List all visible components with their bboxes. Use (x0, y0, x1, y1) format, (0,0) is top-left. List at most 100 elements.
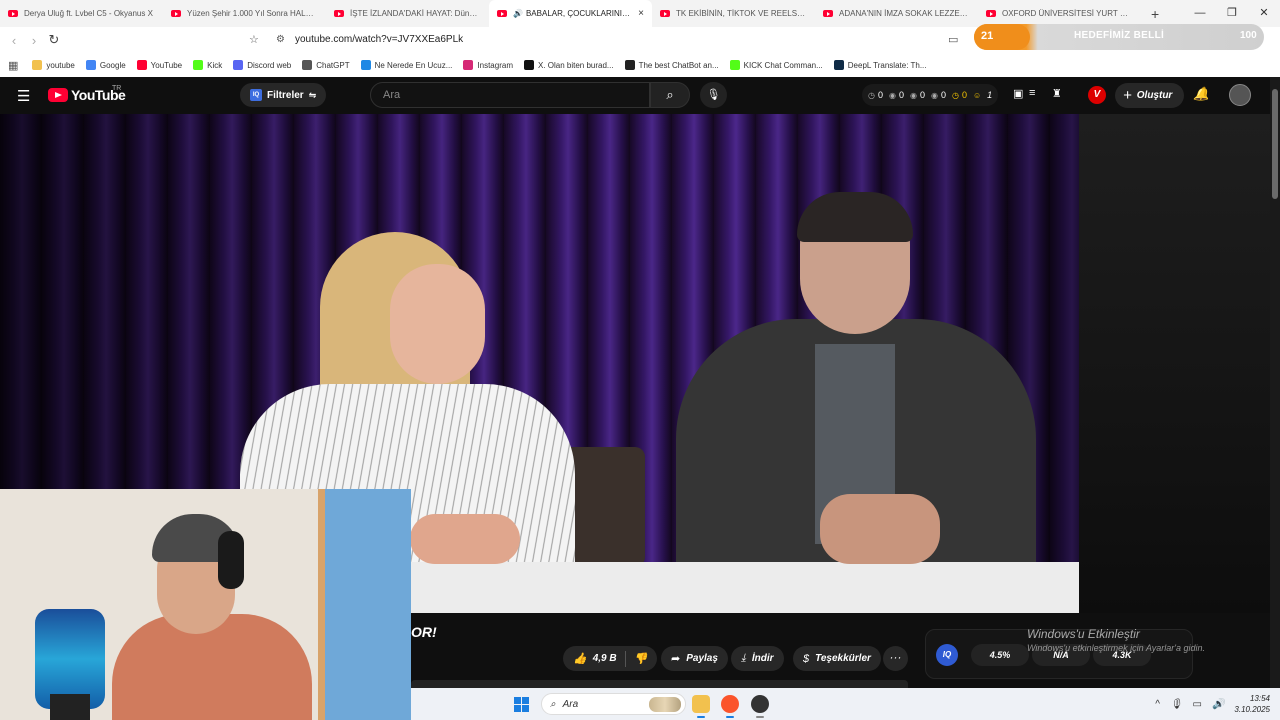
windows-activation-subtitle: Windows'u etkinleştirmek için Ayarlar'a … (1027, 643, 1206, 653)
search-icon: ⌕ (666, 87, 674, 102)
bookmark-item[interactable]: X. Olan biten burad... (523, 60, 614, 70)
browser-tab[interactable]: Derya Uluğ ft. Lvbel C5 - Okyanus X (0, 0, 163, 27)
mic-icon: 🎙 (706, 89, 721, 101)
search-input[interactable]: Ara (370, 82, 650, 108)
kick-icon (729, 60, 740, 70)
thanks-button[interactable]: $ Teşekkürler (793, 646, 881, 671)
chevron-up-icon[interactable]: ^ (1155, 699, 1160, 710)
brave-browser-icon[interactable] (721, 695, 739, 713)
page-scrollbar[interactable] (1270, 77, 1280, 688)
clock[interactable]: 13:54 3.10.2025 (1234, 693, 1270, 715)
bookmark-label: The best ChatBot an... (638, 60, 719, 70)
description-box-edge (411, 680, 908, 688)
extension-banner-text: HEDEFİMİZ BELLİ (1074, 30, 1165, 41)
browser-tab[interactable]: TK EKİBİNİN, TİKTOK VE REELS VİDEO (652, 0, 815, 27)
scrollbar-thumb[interactable] (1272, 89, 1278, 199)
mic-icon[interactable]: 🎙 (1170, 699, 1183, 710)
back-icon[interactable]: ‹ (4, 33, 24, 48)
bookmark-item[interactable]: KICK Chat Comman... (729, 60, 823, 70)
obs-icon[interactable] (751, 695, 769, 713)
reload-icon[interactable]: ↻ (44, 32, 64, 48)
iq-filter-icon: IQ (250, 89, 262, 101)
like-icon[interactable]: 👍 (573, 652, 587, 665)
notifications-bell-icon[interactable]: 🔔 (1193, 86, 1209, 102)
forward-icon[interactable]: › (24, 33, 44, 48)
browser-tab-active[interactable]: 🔊 BABALAR, ÇOCUKLARININ Tİ × (489, 0, 652, 27)
bookmark-item[interactable]: youtube (32, 60, 75, 70)
iq-metric: 4.5% (971, 644, 1029, 666)
window-background (325, 489, 411, 720)
system-tray: ^ 🎙 ▭ 🔊 13:54 3.10.2025 (1155, 688, 1270, 720)
stat-value: 0 (961, 90, 967, 100)
bookmark-item[interactable]: ChatGPT (302, 60, 350, 70)
youtube-logo-icon[interactable] (48, 88, 68, 102)
headphones (218, 531, 244, 589)
close-window-button[interactable]: ✕ (1248, 0, 1280, 27)
chatbot-icon (624, 60, 635, 70)
filters-button[interactable]: IQ Filtreler ⇋ (240, 83, 327, 107)
bookmark-item[interactable]: Google (85, 60, 126, 70)
browser-tab[interactable]: ADANA'NIN İMZA SOKAK LEZZETLE (815, 0, 978, 27)
eye-icon: ◉ (931, 90, 938, 100)
new-tab-button[interactable]: + (1151, 6, 1159, 22)
youtube-favicon-icon (660, 10, 670, 17)
stat-item: ☺ (973, 91, 981, 100)
region-code: TR (112, 85, 122, 92)
bookmark-item[interactable]: Instagram (463, 60, 513, 70)
avatar[interactable] (1229, 84, 1251, 106)
windows-start-icon[interactable] (514, 697, 529, 712)
iq-icon[interactable]: ▣ (1013, 87, 1023, 100)
iq-icon: IQ (936, 644, 958, 666)
user-icon: 1 (987, 90, 992, 100)
bookmark-label: KICK Chat Comman... (743, 60, 823, 70)
bookmark-item[interactable]: YouTube (136, 60, 183, 70)
playlist-icon[interactable]: ≡ (1029, 87, 1035, 99)
maximize-button[interactable]: ❐ (1216, 0, 1248, 27)
more-actions-button[interactable]: ··· (883, 646, 908, 671)
bookmark-item[interactable]: The best ChatBot an... (624, 60, 719, 70)
share-button[interactable]: ➦ Paylaş (661, 646, 728, 671)
bookmark-item[interactable]: Ne Nerede En Ucuz... (360, 60, 452, 70)
browser-tab[interactable]: Yüzen Şehir 1.000 Yıl Sonra HALA N (163, 0, 326, 27)
video-title: OR! (411, 624, 437, 640)
close-tab-icon[interactable]: × (638, 8, 644, 19)
trophy-icon[interactable]: ♜ (1052, 87, 1062, 100)
browser-tab[interactable]: İŞTE İZLANDA'DAKİ HAYAT: Dünyan (326, 0, 489, 27)
v-extension-icon[interactable]: V (1088, 86, 1106, 104)
stat-value: 0 (919, 90, 925, 100)
site-info-icon[interactable]: ⚙ (276, 34, 285, 45)
youtube-favicon-icon (171, 10, 181, 17)
bookmark-item[interactable]: DeepL Translate: Th... (833, 60, 927, 70)
search-button[interactable]: ⌕ (650, 82, 690, 108)
bookmark-item[interactable]: Discord web (233, 60, 291, 70)
create-button[interactable]: + Oluştur (1115, 83, 1185, 108)
apps-grid-icon[interactable]: ▦ (8, 59, 18, 72)
volume-icon[interactable]: 🔊 (1212, 699, 1224, 710)
youtube-favicon-icon (334, 10, 344, 17)
youtube-favicon-icon (823, 10, 833, 17)
cast-icon[interactable]: ▭ (948, 33, 958, 46)
url-field[interactable]: youtube.com/watch?v=JV7XXEa6PLk (295, 34, 463, 45)
bookmark-item[interactable]: Kick (193, 60, 222, 70)
windows-activation-title: Windows'u Etkinleştir (1027, 627, 1140, 641)
checkmark-icon (360, 60, 371, 70)
network-icon[interactable]: ▭ (1193, 699, 1202, 710)
taskbar-search[interactable]: ⌕ Ara (541, 693, 686, 715)
like-count[interactable]: 4,9 B (593, 653, 617, 664)
file-explorer-icon[interactable] (692, 695, 710, 713)
stat-item: ◉ 0 (889, 90, 904, 100)
voice-search-button[interactable]: 🎙 (700, 82, 727, 108)
bookmark-label: YouTube (150, 60, 183, 70)
tab-title: TK EKİBİNİN, TİKTOK VE REELS VİDEO (676, 9, 807, 18)
bookmark-icon[interactable]: ☆ (249, 33, 259, 46)
browser-tab[interactable]: OXFORD ÜNİVERSİTESİ YURT ODASI (978, 0, 1141, 27)
audio-playing-icon[interactable]: 🔊 (513, 9, 523, 18)
hamburger-menu-icon[interactable]: ☰ (17, 87, 30, 105)
extension-stats[interactable]: ◷ 0 ◉ 0 ◉ 0 ◉ 0 ◷ 0 ☺ 1 (862, 84, 999, 106)
dislike-icon[interactable]: 👎 (634, 652, 648, 665)
browser-tab-strip: Derya Uluğ ft. Lvbel C5 - Okyanus X Yüze… (0, 0, 1280, 27)
bookmarks-bar: ▦ youtube Google YouTube Kick Discord web Cha… (0, 53, 1280, 77)
download-button[interactable]: ⤓ İndir (731, 646, 784, 671)
kick-icon (193, 60, 204, 70)
minimize-button[interactable]: — (1184, 0, 1216, 27)
